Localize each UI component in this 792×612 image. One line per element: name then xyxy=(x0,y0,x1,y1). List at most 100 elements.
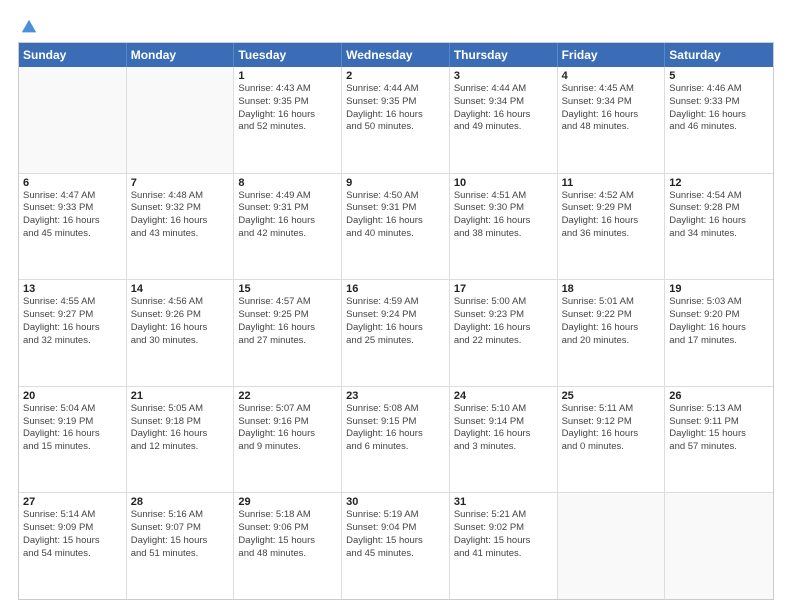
cell-line: Daylight: 16 hours xyxy=(131,428,230,441)
calendar-cell: 5Sunrise: 4:46 AMSunset: 9:33 PMDaylight… xyxy=(665,67,773,173)
cell-line: Sunset: 9:18 PM xyxy=(131,416,230,429)
cell-line: Daylight: 16 hours xyxy=(454,109,553,122)
day-number: 30 xyxy=(346,496,445,508)
cell-line: Daylight: 16 hours xyxy=(346,109,445,122)
cell-line: Sunset: 9:14 PM xyxy=(454,416,553,429)
cell-line: Sunrise: 5:04 AM xyxy=(23,403,122,416)
day-number: 19 xyxy=(669,283,769,295)
cell-line: Sunrise: 5:10 AM xyxy=(454,403,553,416)
day-number: 16 xyxy=(346,283,445,295)
calendar-cell: 12Sunrise: 4:54 AMSunset: 9:28 PMDayligh… xyxy=(665,174,773,280)
cell-line: Sunrise: 4:44 AM xyxy=(346,83,445,96)
cell-line: Daylight: 16 hours xyxy=(238,215,337,228)
cell-line: Sunrise: 4:46 AM xyxy=(669,83,769,96)
calendar-cell: 27Sunrise: 5:14 AMSunset: 9:09 PMDayligh… xyxy=(19,493,127,599)
calendar-cell: 17Sunrise: 5:00 AMSunset: 9:23 PMDayligh… xyxy=(450,280,558,386)
day-number: 2 xyxy=(346,70,445,82)
day-number: 8 xyxy=(238,177,337,189)
day-number: 22 xyxy=(238,390,337,402)
cell-line: Daylight: 16 hours xyxy=(454,428,553,441)
cell-line: and 20 minutes. xyxy=(562,335,661,348)
day-number: 28 xyxy=(131,496,230,508)
cell-line: Daylight: 16 hours xyxy=(346,322,445,335)
cell-line: Sunset: 9:07 PM xyxy=(131,522,230,535)
cell-line: Sunset: 9:23 PM xyxy=(454,309,553,322)
cell-line: Sunset: 9:30 PM xyxy=(454,202,553,215)
day-number: 12 xyxy=(669,177,769,189)
calendar-cell xyxy=(127,67,235,173)
cell-line: Sunrise: 4:47 AM xyxy=(23,190,122,203)
calendar-row: 13Sunrise: 4:55 AMSunset: 9:27 PMDayligh… xyxy=(19,280,773,387)
cell-line: Sunrise: 5:21 AM xyxy=(454,509,553,522)
cell-line: Sunset: 9:34 PM xyxy=(454,96,553,109)
calendar-cell: 3Sunrise: 4:44 AMSunset: 9:34 PMDaylight… xyxy=(450,67,558,173)
cell-line: Sunrise: 5:13 AM xyxy=(669,403,769,416)
calendar-cell: 9Sunrise: 4:50 AMSunset: 9:31 PMDaylight… xyxy=(342,174,450,280)
calendar-cell: 26Sunrise: 5:13 AMSunset: 9:11 PMDayligh… xyxy=(665,387,773,493)
cell-line: Sunrise: 4:59 AM xyxy=(346,296,445,309)
day-number: 24 xyxy=(454,390,553,402)
cell-line: Daylight: 16 hours xyxy=(23,322,122,335)
cell-line: and 48 minutes. xyxy=(238,548,337,561)
calendar-cell: 30Sunrise: 5:19 AMSunset: 9:04 PMDayligh… xyxy=(342,493,450,599)
cell-line: Sunset: 9:16 PM xyxy=(238,416,337,429)
day-number: 25 xyxy=(562,390,661,402)
cell-line: Sunrise: 4:49 AM xyxy=(238,190,337,203)
cell-line: Sunrise: 4:52 AM xyxy=(562,190,661,203)
cell-line: Daylight: 16 hours xyxy=(238,109,337,122)
cell-line: and 40 minutes. xyxy=(346,228,445,241)
cell-line: Sunrise: 4:48 AM xyxy=(131,190,230,203)
day-number: 3 xyxy=(454,70,553,82)
cell-line: Daylight: 16 hours xyxy=(562,428,661,441)
day-number: 10 xyxy=(454,177,553,189)
page: SundayMondayTuesdayWednesdayThursdayFrid… xyxy=(0,0,792,612)
cell-line: Daylight: 16 hours xyxy=(454,322,553,335)
calendar-cell: 25Sunrise: 5:11 AMSunset: 9:12 PMDayligh… xyxy=(558,387,666,493)
cell-line: and 9 minutes. xyxy=(238,441,337,454)
cell-line: and 42 minutes. xyxy=(238,228,337,241)
cell-line: Daylight: 16 hours xyxy=(238,322,337,335)
cell-line: Sunrise: 5:16 AM xyxy=(131,509,230,522)
header xyxy=(18,18,774,32)
cell-line: and 46 minutes. xyxy=(669,121,769,134)
day-number: 26 xyxy=(669,390,769,402)
day-number: 13 xyxy=(23,283,122,295)
cell-line: Sunrise: 4:43 AM xyxy=(238,83,337,96)
cell-line: Sunset: 9:26 PM xyxy=(131,309,230,322)
cell-line: and 22 minutes. xyxy=(454,335,553,348)
weekday-header: Monday xyxy=(127,43,235,67)
calendar-row: 1Sunrise: 4:43 AMSunset: 9:35 PMDaylight… xyxy=(19,67,773,174)
cell-line: Sunset: 9:04 PM xyxy=(346,522,445,535)
day-number: 18 xyxy=(562,283,661,295)
calendar-cell: 16Sunrise: 4:59 AMSunset: 9:24 PMDayligh… xyxy=(342,280,450,386)
day-number: 21 xyxy=(131,390,230,402)
calendar-cell: 23Sunrise: 5:08 AMSunset: 9:15 PMDayligh… xyxy=(342,387,450,493)
day-number: 17 xyxy=(454,283,553,295)
day-number: 1 xyxy=(238,70,337,82)
calendar-cell: 19Sunrise: 5:03 AMSunset: 9:20 PMDayligh… xyxy=(665,280,773,386)
weekday-header: Tuesday xyxy=(234,43,342,67)
calendar-cell: 20Sunrise: 5:04 AMSunset: 9:19 PMDayligh… xyxy=(19,387,127,493)
cell-line: Sunrise: 4:45 AM xyxy=(562,83,661,96)
cell-line: Daylight: 16 hours xyxy=(669,322,769,335)
cell-line: Sunrise: 5:05 AM xyxy=(131,403,230,416)
calendar-cell: 31Sunrise: 5:21 AMSunset: 9:02 PMDayligh… xyxy=(450,493,558,599)
calendar-cell: 13Sunrise: 4:55 AMSunset: 9:27 PMDayligh… xyxy=(19,280,127,386)
cell-line: Daylight: 16 hours xyxy=(562,322,661,335)
cell-line: and 41 minutes. xyxy=(454,548,553,561)
day-number: 4 xyxy=(562,70,661,82)
calendar-cell: 18Sunrise: 5:01 AMSunset: 9:22 PMDayligh… xyxy=(558,280,666,386)
cell-line: and 54 minutes. xyxy=(23,548,122,561)
cell-line: Sunrise: 4:56 AM xyxy=(131,296,230,309)
cell-line: Sunset: 9:35 PM xyxy=(346,96,445,109)
cell-line: Sunset: 9:35 PM xyxy=(238,96,337,109)
cell-line: and 27 minutes. xyxy=(238,335,337,348)
cell-line: and 45 minutes. xyxy=(346,548,445,561)
calendar: SundayMondayTuesdayWednesdayThursdayFrid… xyxy=(18,42,774,600)
cell-line: and 36 minutes. xyxy=(562,228,661,241)
cell-line: Sunrise: 4:44 AM xyxy=(454,83,553,96)
weekday-header: Thursday xyxy=(450,43,558,67)
day-number: 7 xyxy=(131,177,230,189)
day-number: 20 xyxy=(23,390,122,402)
cell-line: Daylight: 15 hours xyxy=(454,535,553,548)
